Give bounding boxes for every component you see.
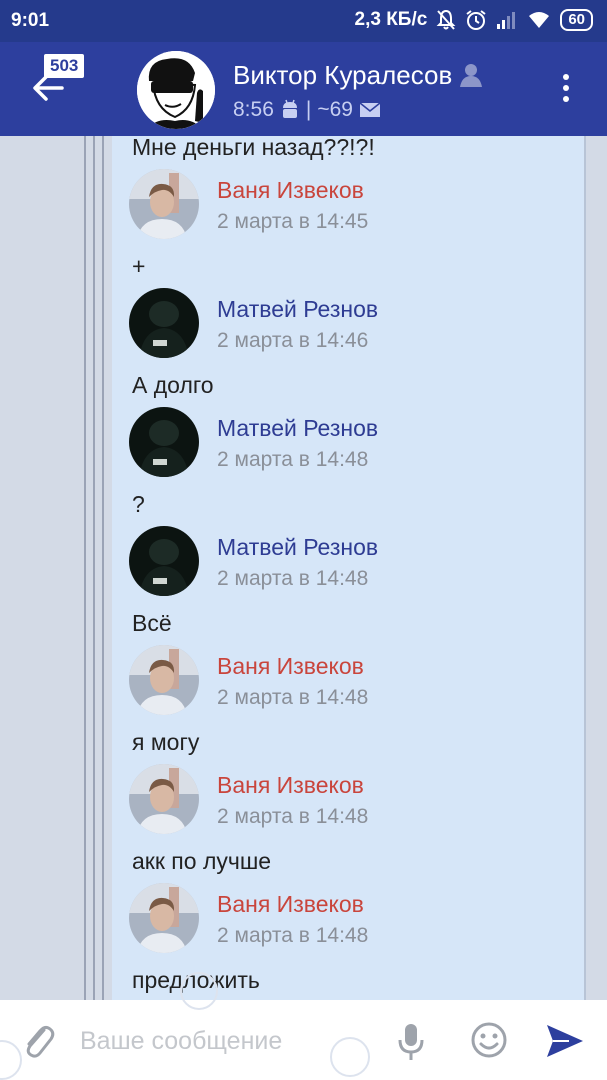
alarm-icon — [465, 9, 487, 31]
voice-message-button[interactable] — [397, 1022, 425, 1062]
send-button[interactable] — [545, 1023, 585, 1059]
message-time: 2 марта в 14:48 — [217, 805, 369, 828]
message-time: 2 марта в 14:48 — [217, 448, 369, 471]
contact-name: Виктор Куралесов — [233, 60, 482, 91]
author-avatar[interactable] — [129, 645, 199, 715]
paperclip-icon — [26, 1025, 55, 1058]
android-icon — [282, 99, 297, 118]
send-icon — [547, 1025, 583, 1057]
dark-figure-avatar-icon — [129, 526, 199, 596]
message-text: акк по лучше — [132, 848, 272, 874]
message-text: ? — [132, 491, 145, 517]
message-item[interactable]: Ваня Извеков 2 марта в 14:48 я могу — [0, 645, 607, 764]
contact-name-text: Виктор Куралесов — [233, 60, 453, 90]
microphone-icon — [398, 1024, 424, 1060]
dot-icon — [563, 96, 569, 102]
message-time: 2 марта в 14:48 — [217, 567, 369, 590]
network-speed: 2,3 КБ/с — [354, 9, 428, 30]
dark-figure-avatar-icon — [129, 288, 199, 358]
author-avatar[interactable] — [129, 169, 199, 239]
message-list[interactable]: Мне деньги назад??!?! Ваня Извеков 2 март… — [0, 136, 607, 1000]
envelope-icon — [359, 102, 381, 117]
message-text: я могу — [132, 729, 200, 755]
dot-icon — [563, 85, 569, 91]
message-author[interactable]: Ваня Извеков — [217, 177, 364, 204]
partial-message-text: Мне деньги назад??!?! — [132, 136, 375, 160]
photo-avatar-icon — [129, 169, 199, 239]
status-icons: 2,3 КБ/с 60 — [355, 9, 593, 31]
header-separator: | — [305, 98, 312, 121]
author-avatar[interactable] — [129, 288, 199, 358]
message-item[interactable]: Матвей Резнов 2 марта в 14:48? — [0, 407, 607, 526]
author-avatar[interactable] — [129, 883, 199, 953]
unread-count-badge: 503 — [44, 54, 85, 78]
messages-count: ~69 — [317, 98, 353, 121]
overflow-menu-button[interactable] — [561, 74, 571, 108]
emoji-button[interactable] — [470, 1021, 508, 1059]
author-avatar[interactable] — [129, 526, 199, 596]
message-time: 2 марта в 14:45 — [217, 210, 369, 233]
chat-header: 503 Виктор Куралесов 8:56 | ~69 — [0, 42, 607, 136]
photo-avatar-icon — [129, 883, 199, 953]
touch-indicator — [330, 1037, 370, 1077]
message-text: Всё — [132, 610, 172, 636]
contact-status: 8:56 | ~69 — [233, 98, 381, 122]
stylized-face-avatar-icon — [137, 51, 215, 129]
status-time: 9:01 — [11, 10, 50, 31]
message-time: 2 марта в 14:48 — [217, 686, 369, 709]
person-icon — [459, 64, 482, 87]
message-author[interactable]: Матвей Резнов — [217, 534, 378, 561]
author-avatar[interactable] — [129, 407, 199, 477]
dot-icon — [563, 74, 569, 80]
message-item[interactable]: Ваня Извеков 2 марта в 14:48 акк по лучше — [0, 764, 607, 883]
signal-icon — [496, 10, 518, 30]
photo-avatar-icon — [129, 645, 199, 715]
message-author[interactable]: Ваня Извеков — [217, 891, 364, 918]
status-bar: 9:01 2,3 КБ/с 60 — [0, 0, 607, 42]
wifi-icon — [527, 10, 551, 30]
mute-icon — [436, 9, 456, 31]
message-author[interactable]: Матвей Резнов — [217, 296, 378, 323]
message-item[interactable]: Матвей Резнов 2 марта в 14:48 Всё — [0, 526, 607, 645]
last-seen-time: 8:56 — [233, 98, 274, 121]
author-avatar[interactable] — [129, 764, 199, 834]
message-item[interactable]: Матвей Резнов 2 марта в 14:46 А долго — [0, 288, 607, 407]
dark-figure-avatar-icon — [129, 407, 199, 477]
message-text: + — [132, 253, 146, 279]
attach-button[interactable] — [20, 1020, 56, 1060]
message-text: А долго — [132, 372, 214, 398]
message-time: 2 марта в 14:46 — [217, 329, 369, 352]
message-composer — [0, 1000, 607, 1080]
message-item[interactable]: Ваня Извеков 2 марта в 14:45 + — [0, 169, 607, 288]
message-author[interactable]: Ваня Извеков — [217, 772, 364, 799]
message-author[interactable]: Ваня Извеков — [217, 653, 364, 680]
message-time: 2 марта в 14:48 — [217, 924, 369, 947]
message-author[interactable]: Матвей Резнов — [217, 415, 378, 442]
message-item[interactable]: Ваня Извеков 2 марта в 14:48 предложить — [0, 883, 607, 1000]
smiley-icon — [471, 1022, 507, 1058]
touch-indicator — [180, 972, 218, 1010]
battery-icon: 60 — [560, 9, 593, 31]
photo-avatar-icon — [129, 764, 199, 834]
contact-avatar[interactable] — [137, 51, 215, 129]
